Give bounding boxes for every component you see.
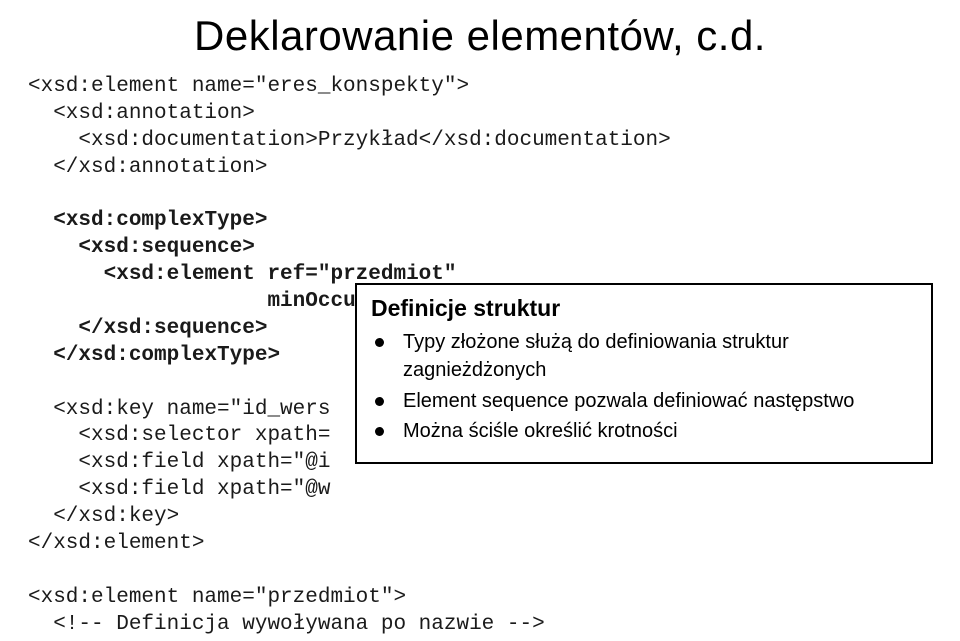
code-bold: </xsd:complexType> <box>53 344 280 367</box>
code-line: <xsd:selector xpath= <box>28 424 330 447</box>
code-indent <box>28 290 267 313</box>
code-line: </xsd:key> <box>28 505 179 528</box>
code-line: <!-- Definicja wywoływana po nazwie --> <box>28 613 545 636</box>
code-line: </xsd:annotation> <box>28 156 267 179</box>
list-item: Element sequence pozwala definiować nast… <box>399 387 917 415</box>
page-title: Deklarowanie elementów, c.d. <box>28 12 932 60</box>
code-line: <xsd:key name="id_wers <box>28 398 330 421</box>
code-bold: <xsd:sequence> <box>78 236 254 259</box>
list-item: Typy złożone służą do definiowania struk… <box>399 328 917 385</box>
code-line: <xsd:documentation>Przykład</xsd:documen… <box>28 129 671 152</box>
slide: Deklarowanie elementów, c.d. <xsd:elemen… <box>0 0 960 641</box>
list-item: Można ściśle określić krotności <box>399 417 917 445</box>
code-bold: <xsd:complexType> <box>53 209 267 232</box>
code-indent <box>28 317 78 340</box>
callout-box: Definicje struktur Typy złożone służą do… <box>355 283 933 464</box>
code-line: <xsd:element name="eres_konspekty"> <box>28 75 469 98</box>
code-line: <xsd:element name="przedmiot"> <box>28 586 406 609</box>
code-line: </xsd:element> <box>28 532 204 555</box>
code-indent <box>28 263 104 286</box>
callout-title: Definicje struktur <box>371 295 917 322</box>
code-indent <box>28 344 53 367</box>
code-line: <xsd:annotation> <box>28 102 255 125</box>
code-indent <box>28 209 53 232</box>
code-bold: </xsd:sequence> <box>78 317 267 340</box>
code-line: <xsd:field xpath="@w <box>28 478 330 501</box>
callout-list: Typy złożone służą do definiowania struk… <box>371 328 917 446</box>
code-indent <box>28 236 78 259</box>
code-line: <xsd:field xpath="@i <box>28 451 330 474</box>
